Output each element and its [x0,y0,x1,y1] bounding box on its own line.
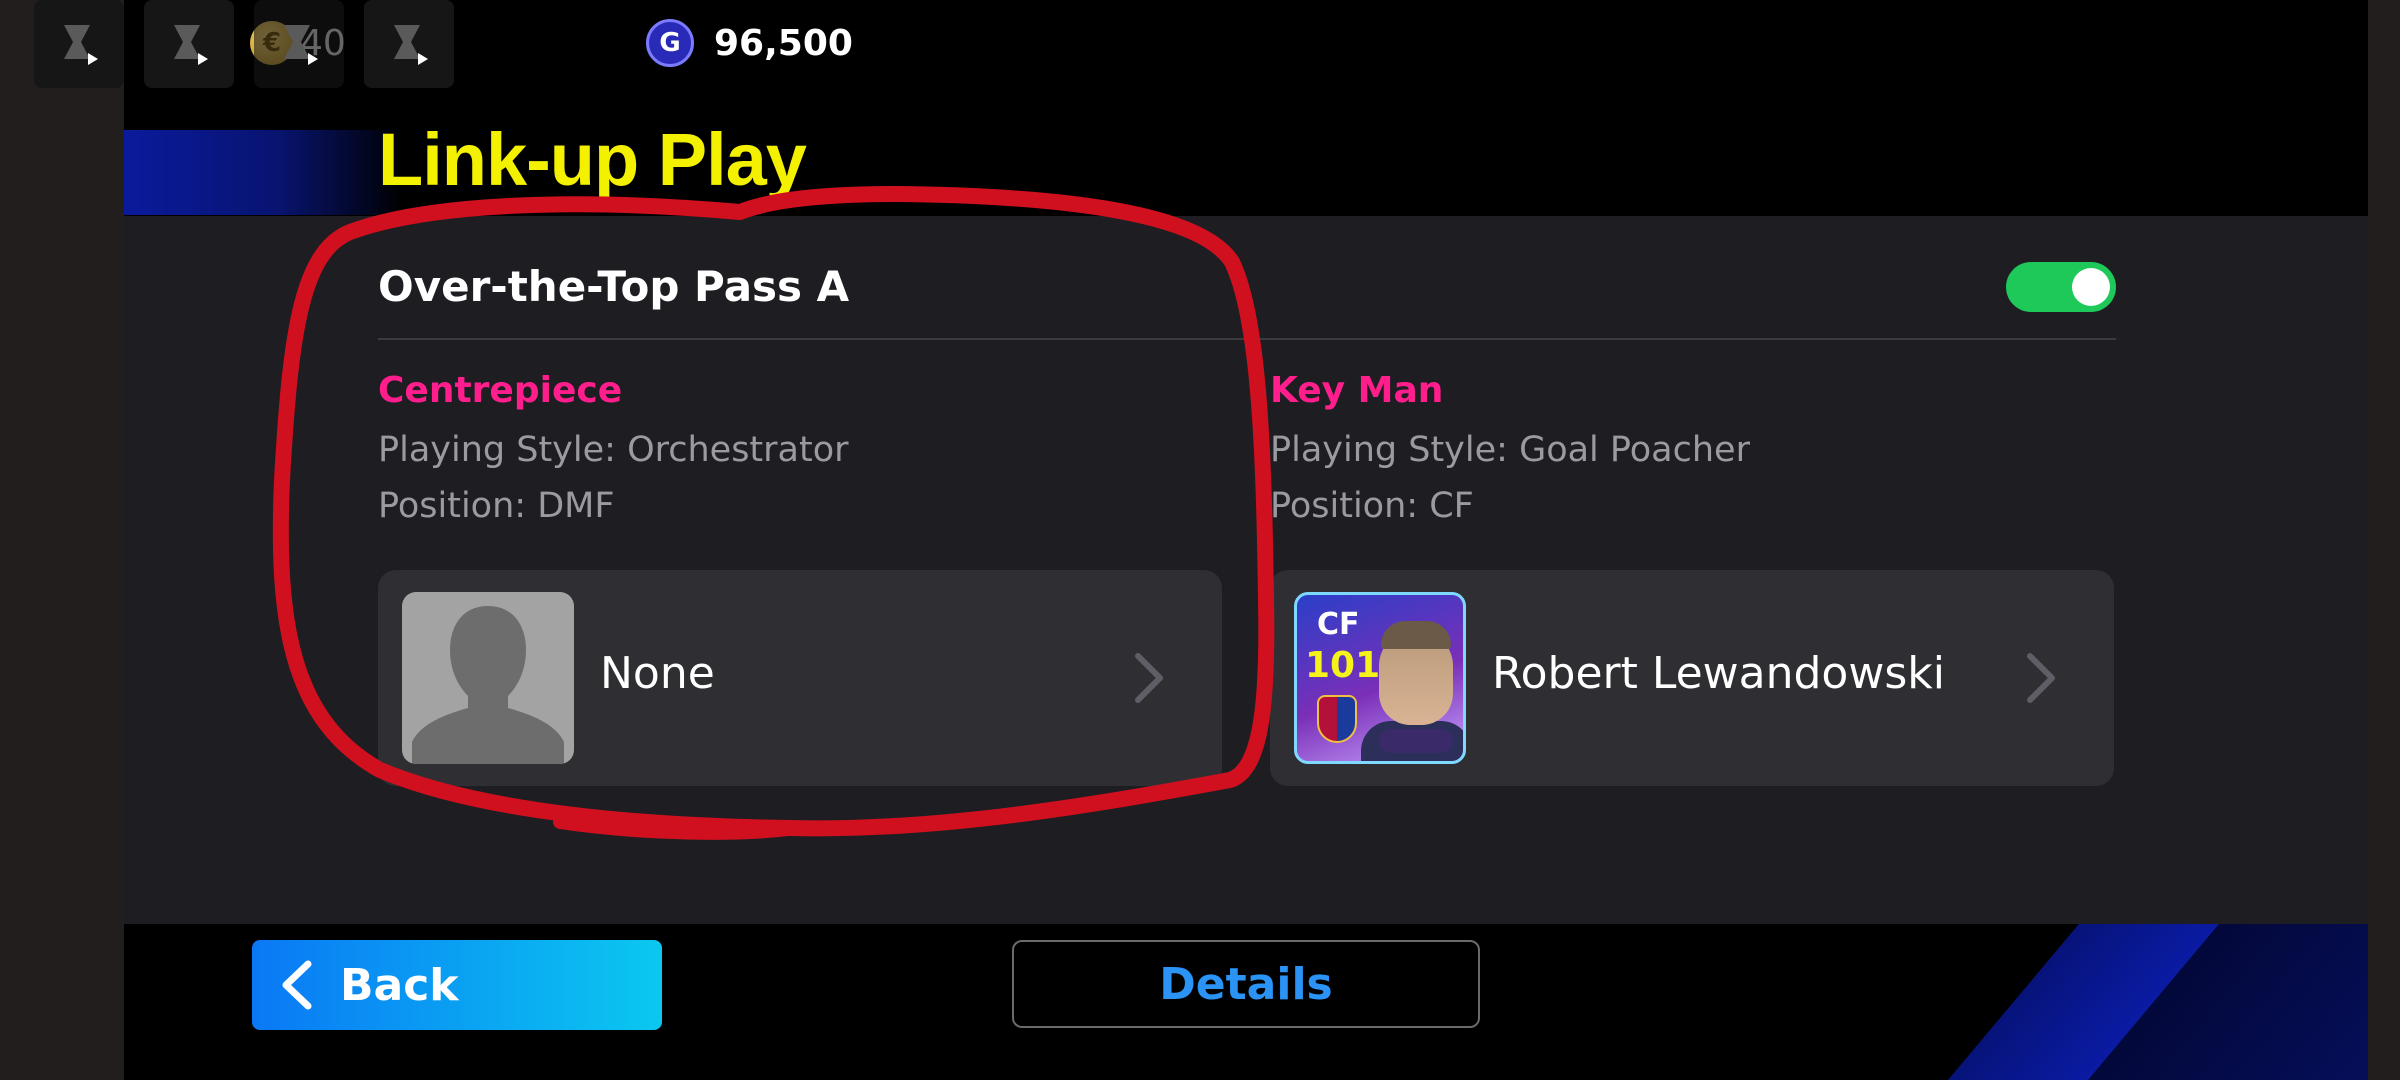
header-decoration [124,130,404,215]
centrepiece-label: Centrepiece [378,370,623,411]
link-up-card-title: Over-the-Top Pass A [378,262,850,311]
hourglass-play-icon[interactable] [364,0,454,88]
centrepiece-player-name: None [600,648,715,699]
key-man-column: Key Man Playing Style: Goal Poacher Posi… [1270,370,2114,786]
hourglass-play-icon[interactable] [144,0,234,88]
page-title: Link-up Play [378,118,807,201]
key-man-player-name: Robert Lewandowski [1492,648,1945,699]
toggle-knob [2072,268,2110,306]
skill-chips-icon [1379,729,1453,753]
club-badge-icon [1317,695,1357,743]
chevron-right-icon [1135,653,1163,703]
key-man-player-slot[interactable]: CF 101 Robert Lewandowski [1270,570,2114,786]
hourglass-play-icon[interactable] [34,0,124,88]
chevron-left-icon [282,960,312,1010]
gp-value: 96,500 [714,22,853,64]
details-button-label: Details [1159,958,1333,1010]
chevron-right-icon [2027,653,2055,703]
centrepiece-playing-style: Playing Style: Orchestrator [378,430,849,470]
link-up-card-header: Over-the-Top Pass A [378,252,2116,340]
right-bezel [2368,0,2400,1080]
player-card-rating: 101 [1305,645,1381,686]
back-button[interactable]: Back [252,940,662,1030]
top-bar: € 40 G 96,500 [0,0,2400,90]
left-bezel [0,0,124,1080]
key-man-playing-style: Playing Style: Goal Poacher [1270,430,1750,470]
centrepiece-position: Position: DMF [378,486,615,526]
gp-icon: G [646,19,694,67]
key-man-label: Key Man [1270,370,1444,411]
centrepiece-column: Centrepiece Playing Style: Orchestrator … [378,370,1222,786]
player-card-thumbnail: CF 101 [1294,592,1466,764]
player-silhouette-icon [402,592,574,764]
gp-counter: G 96,500 [646,18,853,68]
details-button[interactable]: Details [1012,940,1480,1028]
player-portrait [1381,621,1451,649]
key-man-position: Position: CF [1270,486,1474,526]
hourglass-play-icon[interactable] [254,0,344,88]
player-card-position: CF [1317,607,1360,642]
centrepiece-player-slot[interactable]: None [378,570,1222,786]
link-up-toggle[interactable] [2006,262,2116,312]
back-button-label: Back [340,959,459,1011]
